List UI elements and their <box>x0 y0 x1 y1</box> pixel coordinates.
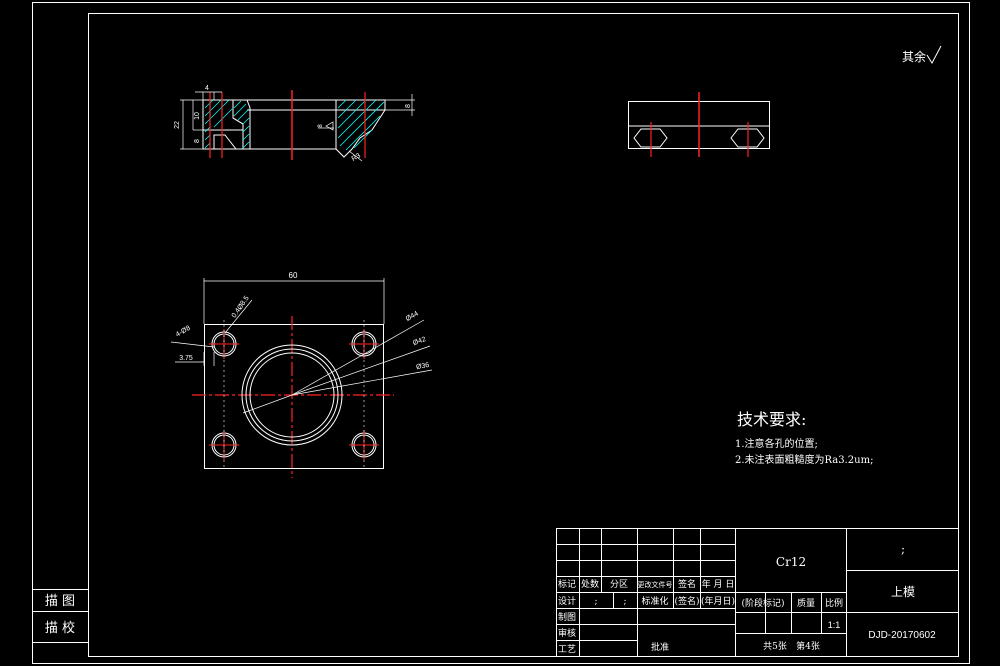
dim-chamfer: 0.4Ø8.5 <box>231 295 251 320</box>
tb-process: 工艺 <box>558 644 576 655</box>
tb-design-semi1: ; <box>594 597 597 607</box>
plan-view: 60 Ø44 Ø42 Ø36 4-Ø8 0.4Ø8.5 3.75 <box>170 271 433 478</box>
roughness-check-icon <box>926 45 942 65</box>
dim-holes: 4-Ø8 <box>175 325 192 339</box>
dim-22: 22 <box>174 121 181 129</box>
tb-drafting: 制图 <box>558 611 576 623</box>
tb-sheets: 共5张 <box>763 641 787 652</box>
tb-design-semi2: ; <box>623 597 626 607</box>
tech-requirements: 技术要求: 1.注意各孔的位置; 2.未注表面粗糙度为Ra3.2um; <box>735 410 873 466</box>
tb-hdr-count: 处数 <box>581 578 599 590</box>
title-block-text: 标记 处数 分区 更改文件号 签名 年 月 日 设计 ; ; 标准化 (签名) … <box>558 542 936 655</box>
tb-semicolon: ; <box>901 542 905 556</box>
tb-stage: (阶段标记) <box>741 597 784 609</box>
tb-weight: 质量 <box>797 597 815 609</box>
tb-standard: 标准化 <box>641 595 668 607</box>
dim-4: 4 <box>205 85 209 92</box>
side-block: 描 图 描 校 <box>32 589 89 643</box>
general-roughness: 其余 <box>902 45 942 65</box>
dim-10: 10 <box>194 112 201 120</box>
tb-material: Cr12 <box>776 555 806 569</box>
roughness-icon <box>325 121 334 131</box>
tb-hdr-date: 年 月 日 <box>702 578 735 590</box>
tb-sign: (签名) <box>674 595 699 607</box>
dim-dia36: Ø36 <box>416 362 430 371</box>
tech-req-item-1: 1.注意各孔的位置; <box>735 437 818 450</box>
tb-sheet-no: 第4张 <box>796 640 820 652</box>
trace-label: 描 图 <box>45 594 75 609</box>
tech-req-item-2: 2.未注表面粗糙度为Ra3.2um; <box>735 453 873 466</box>
check-label: 描 校 <box>45 620 75 636</box>
tb-part-name: 上模 <box>891 585 915 599</box>
tb-hdr-mark: 标记 <box>558 578 576 590</box>
dim-8: 8 <box>194 139 201 143</box>
dim-dia44: Ø44 <box>405 310 420 323</box>
tb-hdr-change: 更改文件号 <box>638 580 673 589</box>
tb-date: (年月日) <box>701 595 735 607</box>
dim-60: 60 <box>289 271 298 280</box>
side-view <box>628 92 770 157</box>
tb-hdr-sign: 签名 <box>678 578 696 590</box>
tb-review: 审核 <box>558 627 576 639</box>
section-view: 4 10 22 8 8 R3 8 <box>174 85 415 163</box>
tb-ratio: 比例 <box>825 597 843 609</box>
tb-hdr-zone: 分区 <box>610 579 628 590</box>
tb-approve: 批准 <box>651 641 669 653</box>
tb-design: 设计 <box>558 595 576 607</box>
dim-dia42: Ø42 <box>412 336 427 347</box>
drawing-sheet: 描 图 描 校 其余 4 10 22 8 8 R3 8 60 Ø44 Ø42 Ø… <box>32 2 970 664</box>
dim-offset: 3.75 <box>179 355 193 362</box>
tech-req-title: 技术要求: <box>737 410 806 429</box>
dim-8b: 8 <box>405 104 412 108</box>
outer-border <box>32 2 970 664</box>
tb-drawing-no: DJD-20170602 <box>868 630 936 641</box>
dim-roughness: 8 <box>318 124 324 128</box>
general-roughness-label: 其余 <box>902 49 926 64</box>
tb-scale: 1:1 <box>828 620 841 630</box>
